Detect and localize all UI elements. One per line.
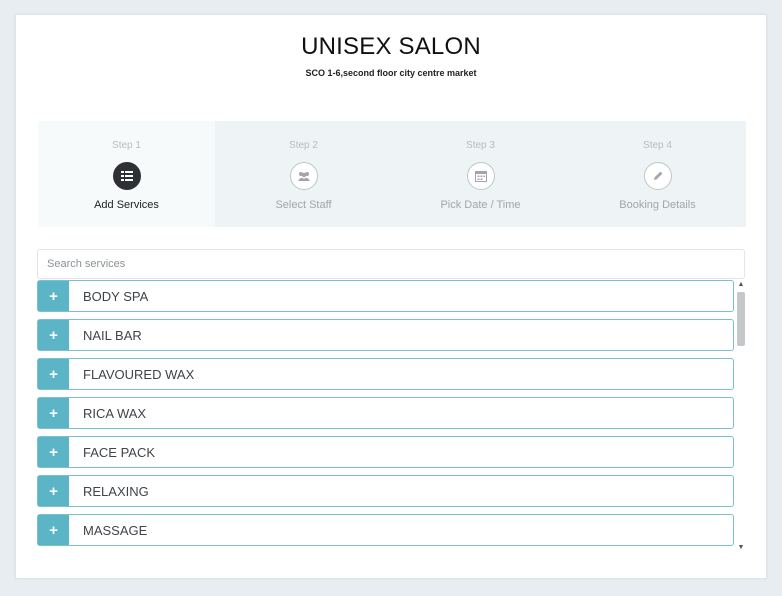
- salon-address: SCO 1-6,second floor city centre market: [305, 68, 477, 78]
- service-item-flavoured-wax[interactable]: + FLAVOURED WAX: [37, 358, 734, 390]
- plus-icon[interactable]: +: [38, 437, 69, 467]
- booking-steps: Step 1 Add Services Step 2 Select Staff …: [38, 121, 746, 227]
- users-icon: [289, 162, 318, 190]
- service-item-body-spa[interactable]: + BODY SPA: [37, 280, 734, 312]
- service-label: RICA WAX: [83, 405, 147, 421]
- step-add-services[interactable]: Step 1 Add Services: [38, 121, 215, 227]
- search-input[interactable]: [37, 249, 745, 279]
- services-list: + BODY SPA + NAIL BAR + FLAVOURED WAX + …: [37, 280, 735, 553]
- list-icon: [112, 162, 141, 190]
- step-number: Step 2: [289, 140, 318, 151]
- service-label: NAIL BAR: [83, 327, 142, 343]
- plus-icon[interactable]: +: [38, 398, 69, 428]
- step-label: Select Staff: [275, 199, 332, 211]
- pencil-icon: [643, 162, 672, 190]
- service-item-relaxing[interactable]: + RELAXING: [37, 475, 734, 507]
- service-label: RELAXING: [83, 483, 149, 499]
- scroll-down-icon[interactable]: ▼: [736, 543, 746, 553]
- service-item-face-pack[interactable]: + FACE PACK: [37, 436, 734, 468]
- service-item-massage[interactable]: + MASSAGE: [37, 514, 734, 546]
- step-pick-date-time[interactable]: Step 3 Pick Date / Time: [392, 121, 569, 227]
- step-number: Step 1: [112, 140, 141, 151]
- service-label: FLAVOURED WAX: [83, 366, 195, 382]
- service-label: FACE PACK: [83, 444, 156, 460]
- scroll-up-icon[interactable]: ▲: [736, 280, 746, 290]
- step-label: Booking Details: [619, 199, 696, 211]
- plus-icon[interactable]: +: [38, 359, 69, 389]
- plus-icon[interactable]: +: [38, 281, 69, 311]
- step-label: Pick Date / Time: [440, 199, 521, 211]
- service-item-nail-bar[interactable]: + NAIL BAR: [37, 319, 734, 351]
- plus-icon[interactable]: +: [38, 320, 69, 350]
- services-scrollbar[interactable]: ▲ ▼: [736, 280, 746, 553]
- step-number: Step 4: [643, 140, 672, 151]
- step-booking-details[interactable]: Step 4 Booking Details: [569, 121, 746, 227]
- salon-title: UNISEX SALON: [301, 33, 481, 60]
- service-label: BODY SPA: [83, 288, 149, 304]
- service-label: MASSAGE: [83, 522, 148, 538]
- step-label: Add Services: [94, 199, 159, 211]
- plus-icon[interactable]: +: [38, 476, 69, 506]
- step-select-staff[interactable]: Step 2 Select Staff: [215, 121, 392, 227]
- booking-card: UNISEX SALON SCO 1-6,second floor city c…: [15, 14, 767, 579]
- step-number: Step 3: [466, 140, 495, 151]
- service-item-rica-wax[interactable]: + RICA WAX: [37, 397, 734, 429]
- calendar-icon: [466, 162, 495, 190]
- scroll-thumb[interactable]: [737, 292, 745, 346]
- plus-icon[interactable]: +: [38, 515, 69, 545]
